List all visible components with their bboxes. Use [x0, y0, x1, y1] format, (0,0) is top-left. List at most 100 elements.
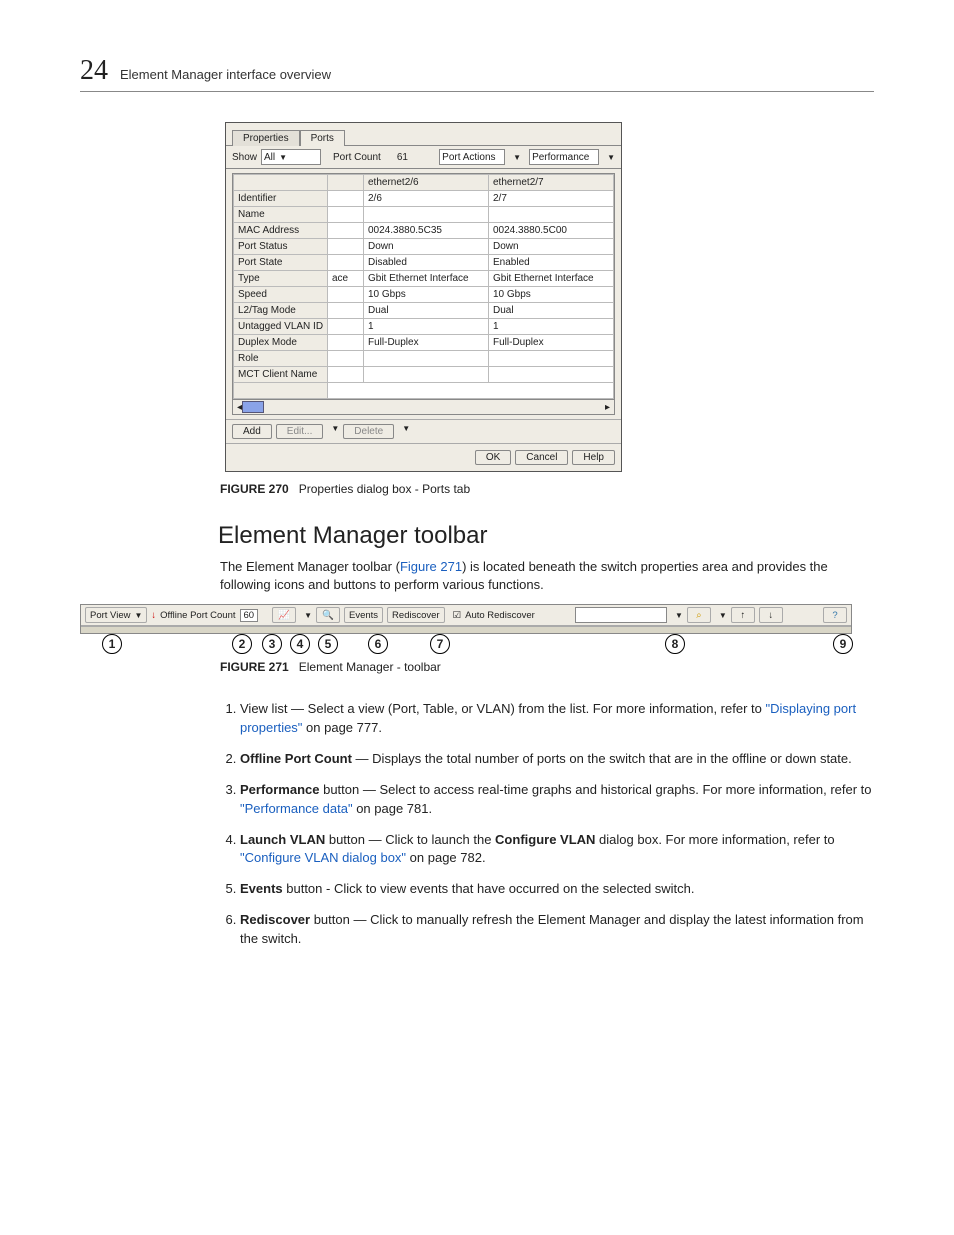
- callout-2: 2: [232, 634, 252, 654]
- properties-dialog: Properties Ports Show All ▼ Port Count 6…: [225, 122, 622, 472]
- cell: 1: [364, 319, 489, 335]
- chevron-down-icon: ▼: [513, 153, 521, 162]
- cell: 0024.3880.5C35: [364, 223, 489, 239]
- rediscover-button[interactable]: Rediscover: [387, 607, 445, 623]
- chevron-down-icon: ▼: [607, 153, 615, 162]
- port-view-dropdown[interactable]: Port View ▼: [85, 607, 147, 623]
- nav-down-icon[interactable]: ↓: [759, 607, 783, 623]
- tab-strip: Properties Ports: [226, 123, 621, 145]
- figure-label: FIGURE 270: [220, 482, 289, 496]
- cell: Gbit Ethernet Interface: [489, 271, 614, 287]
- chevron-down-icon: ▼: [134, 611, 142, 620]
- row-label: MCT Client Name: [234, 367, 328, 383]
- chevron-down-icon: ▼: [675, 611, 683, 620]
- edit-button[interactable]: Edit...: [276, 424, 324, 439]
- row-label: Role: [234, 351, 328, 367]
- chevron-down-icon: ▼: [279, 153, 287, 162]
- row-label: MAC Address: [234, 223, 328, 239]
- cell: Full-Duplex: [489, 335, 614, 351]
- cell: Dual: [364, 303, 489, 319]
- cancel-button[interactable]: Cancel: [515, 450, 568, 465]
- down-arrow-icon: ↓: [151, 610, 156, 621]
- callout-6: 6: [368, 634, 388, 654]
- auto-rediscover-label: Auto Rediscover: [465, 610, 535, 621]
- cell: [364, 351, 489, 367]
- show-dropdown[interactable]: All ▼: [261, 149, 321, 165]
- help-icon[interactable]: ?: [823, 607, 847, 623]
- cell: [364, 367, 489, 383]
- port-count-value: 61: [397, 152, 408, 163]
- col-header-blank: [234, 175, 328, 191]
- show-label: Show: [232, 152, 257, 163]
- col-header-2: ethernet2/7: [489, 175, 614, 191]
- cell: Down: [489, 239, 614, 255]
- row-label: Speed: [234, 287, 328, 303]
- search-input[interactable]: [575, 607, 667, 623]
- callout-9: 9: [833, 634, 853, 654]
- cell: [364, 207, 489, 223]
- callout-4: 4: [290, 634, 310, 654]
- add-button[interactable]: Add: [232, 424, 272, 439]
- row-label: L2/Tag Mode: [234, 303, 328, 319]
- list-item: Performance button — Select to access re…: [240, 781, 874, 819]
- cell: Enabled: [489, 255, 614, 271]
- vlan-icon[interactable]: 🔍: [316, 607, 340, 623]
- nav-up-icon[interactable]: ↑: [731, 607, 755, 623]
- section-title: Element Manager toolbar: [218, 522, 874, 550]
- chevron-down-icon: ▼: [331, 424, 339, 439]
- row-label: Port State: [234, 255, 328, 271]
- row-label: Duplex Mode: [234, 335, 328, 351]
- list-item: Events button - Click to view events tha…: [240, 880, 874, 899]
- cell: Dual: [489, 303, 614, 319]
- list-item: View list — Select a view (Port, Table, …: [240, 700, 874, 738]
- scroll-right-icon[interactable]: ▸: [605, 402, 610, 413]
- callout-8: 8: [665, 634, 685, 654]
- events-button[interactable]: Events: [344, 607, 383, 623]
- performance-dropdown[interactable]: Performance: [529, 149, 599, 165]
- figure-link[interactable]: Figure 271: [400, 559, 462, 574]
- figure-caption-text: Properties dialog box - Ports tab: [299, 482, 470, 496]
- col-header-1: ethernet2/6: [364, 175, 489, 191]
- chevron-down-icon: ▼: [402, 424, 410, 439]
- cell: 10 Gbps: [364, 287, 489, 303]
- cell: 1: [489, 319, 614, 335]
- performance-label: Performance: [532, 152, 589, 163]
- figure-label: FIGURE 271: [220, 660, 289, 674]
- binoculars-icon[interactable]: ⌕: [687, 607, 711, 623]
- cell: [489, 367, 614, 383]
- offline-count-value: 60: [240, 609, 259, 622]
- tab-properties[interactable]: Properties: [232, 130, 300, 146]
- delete-button[interactable]: Delete: [343, 424, 394, 439]
- cell-frag: ace: [328, 271, 364, 287]
- link[interactable]: "Performance data": [240, 801, 353, 816]
- auto-rediscover-checkbox[interactable]: ☑: [453, 610, 462, 621]
- cell: Full-Duplex: [364, 335, 489, 351]
- callout-1: 1: [102, 634, 122, 654]
- numbered-list: View list — Select a view (Port, Table, …: [220, 700, 874, 948]
- cell: [489, 351, 614, 367]
- offline-count-label: Offline Port Count: [160, 610, 235, 621]
- cell: Disabled: [364, 255, 489, 271]
- link[interactable]: "Configure VLAN dialog box": [240, 850, 406, 865]
- ok-button[interactable]: OK: [475, 450, 511, 465]
- row-label: Type: [234, 271, 328, 287]
- chevron-down-icon: ▼: [719, 611, 727, 620]
- row-label: Port Status: [234, 239, 328, 255]
- tab-ports[interactable]: Ports: [300, 130, 345, 146]
- cell: 2/6: [364, 191, 489, 207]
- cell: 0024.3880.5C00: [489, 223, 614, 239]
- page-number: 24: [80, 55, 108, 87]
- callout-row: 1 2 3 4 5 6 7 8 9: [80, 634, 874, 654]
- cell: 10 Gbps: [489, 287, 614, 303]
- figure-270-caption: FIGURE 270 Properties dialog box - Ports…: [220, 482, 874, 496]
- performance-icon[interactable]: 📈: [272, 607, 296, 623]
- help-button[interactable]: Help: [572, 450, 615, 465]
- header-section: Element Manager interface overview: [120, 67, 331, 82]
- h-scrollbar[interactable]: ◂ ▸: [232, 400, 615, 415]
- figure-271-caption: FIGURE 271 Element Manager - toolbar: [220, 660, 874, 674]
- port-actions-dropdown[interactable]: Port Actions: [439, 149, 505, 165]
- row-label: Name: [234, 207, 328, 223]
- ports-table: ethernet2/6 ethernet2/7 Identifier2/62/7…: [232, 173, 615, 400]
- page-header: 24 Element Manager interface overview: [80, 55, 874, 92]
- cell: 2/7: [489, 191, 614, 207]
